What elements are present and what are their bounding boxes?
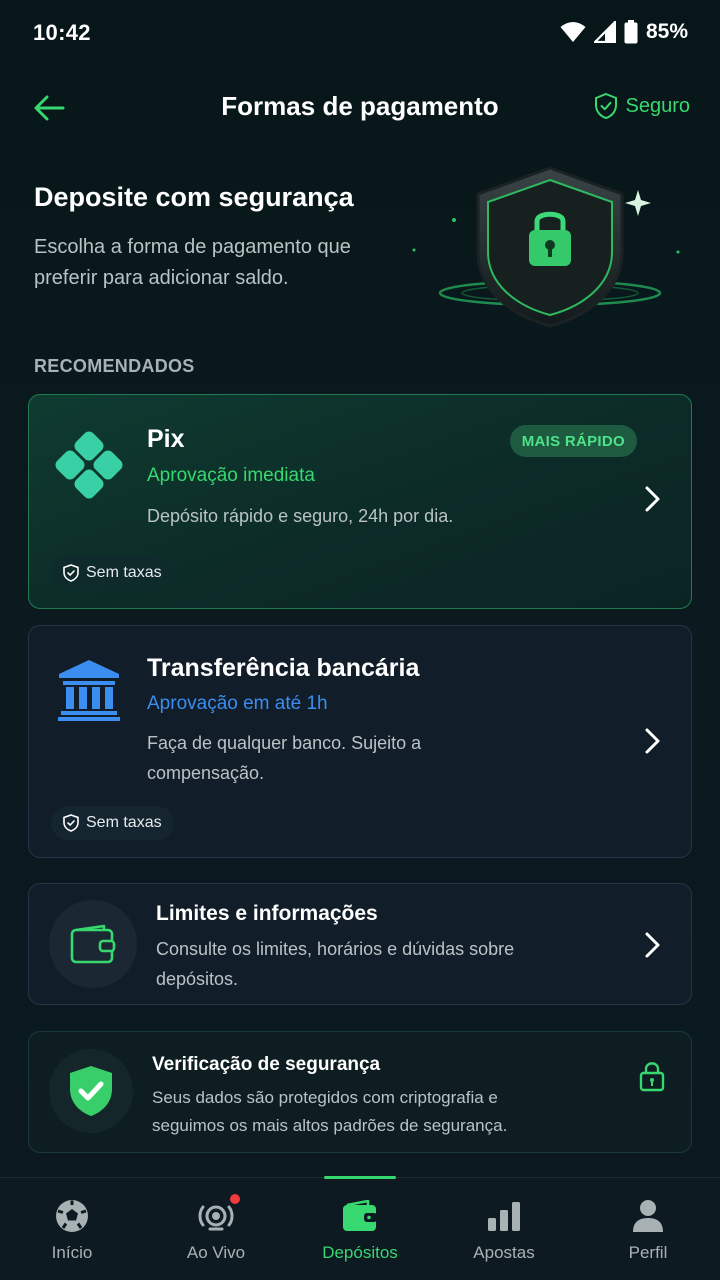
wifi-icon	[560, 21, 586, 43]
fee-pill: Sem taxas	[51, 556, 174, 590]
method-name: Transferência bancária	[147, 654, 420, 682]
security-verification-card: Verificação de segurança Seus dados são …	[28, 1031, 692, 1153]
nav-item-depositos[interactable]: Depósitos	[288, 1178, 432, 1280]
chevron-right-icon	[645, 932, 660, 958]
verified-shield-icon	[70, 1066, 112, 1116]
shield-check-icon	[63, 814, 79, 832]
shield-check-icon	[63, 564, 79, 582]
wallet-icon	[70, 924, 116, 964]
fee-pill: Sem taxas	[51, 806, 174, 840]
method-approval: Aprovação imediata	[147, 465, 315, 486]
status-bar: 10:42 85%	[0, 0, 720, 66]
security-title: Verificação de segurança	[152, 1054, 381, 1075]
limits-info-card[interactable]: Limites e informações Consulte os limite…	[28, 883, 692, 1005]
person-icon	[630, 1198, 666, 1234]
method-description: Depósito rápido e seguro, 24h por dia.	[147, 506, 454, 526]
limits-title: Limites e informações	[156, 902, 378, 925]
fastest-badge: MAIS RÁPIDO	[509, 425, 637, 457]
shield-check-icon	[594, 92, 617, 120]
method-approval: Aprovação em até 1h	[147, 693, 328, 714]
method-description: Faça de qualquer banco. Sujeito a compen…	[147, 733, 422, 783]
secure-badge[interactable]: Seguro	[594, 92, 691, 120]
payment-method-pix[interactable]: Pix Aprovação imediata Depósito rápido e…	[28, 394, 692, 609]
shield-icon-circle	[49, 1049, 133, 1133]
nav-item-ao-vivo[interactable]: Ao Vivo	[144, 1178, 288, 1280]
nav-item-inicio[interactable]: Início	[0, 1178, 144, 1280]
bar-chart-icon	[486, 1198, 522, 1234]
battery-level: 85%	[645, 20, 688, 43]
nav-label: Ao Vivo	[186, 1243, 246, 1262]
signal-icon	[593, 21, 616, 43]
shield-lock-illustration-icon	[412, 166, 680, 328]
fee-label: Sem taxas	[86, 564, 162, 581]
battery-icon	[624, 20, 638, 44]
status-time: 10:42	[33, 20, 91, 45]
security-description: Seus dados são protegidos com criptograf…	[152, 1088, 508, 1135]
nav-label: Início	[51, 1243, 93, 1262]
bottom-navigation: Início Ao Vivo Depósitos Apostas Perfil	[0, 1176, 720, 1280]
nav-label: Apostas	[473, 1243, 535, 1262]
lock-icon	[639, 1062, 665, 1092]
payment-method-bank-transfer[interactable]: Transferência bancária Aprovação em até …	[28, 625, 692, 858]
status-icons: 85%	[560, 20, 688, 44]
header: Formas de pagamento Seguro	[0, 66, 720, 148]
wallet-icon	[342, 1198, 378, 1234]
nav-label: Depósitos	[322, 1243, 398, 1262]
hero-subtitle: Escolha a forma de pagamento que preferi…	[34, 236, 351, 289]
chevron-right-icon	[645, 728, 660, 754]
live-notification-dot	[230, 1194, 240, 1204]
nav-label: Perfil	[628, 1243, 668, 1262]
soccer-ball-icon	[54, 1198, 90, 1234]
pix-icon	[55, 431, 123, 499]
nav-item-apostas[interactable]: Apostas	[432, 1178, 576, 1280]
live-icon	[198, 1194, 240, 1234]
section-label: RECOMENDADOS	[34, 356, 195, 376]
secure-label: Seguro	[625, 94, 691, 117]
hero-title: Deposite com segurança	[34, 182, 354, 212]
hero: Deposite com segurança Escolha a forma d…	[0, 160, 720, 340]
wallet-icon-circle	[49, 900, 137, 988]
nav-item-perfil[interactable]: Perfil	[576, 1178, 720, 1280]
fee-label: Sem taxas	[86, 814, 162, 831]
limits-description: Consulte os limites, horários e dúvidas …	[156, 939, 515, 989]
method-name: Pix	[147, 425, 185, 453]
chevron-right-icon	[645, 486, 660, 512]
bank-icon	[58, 660, 120, 721]
